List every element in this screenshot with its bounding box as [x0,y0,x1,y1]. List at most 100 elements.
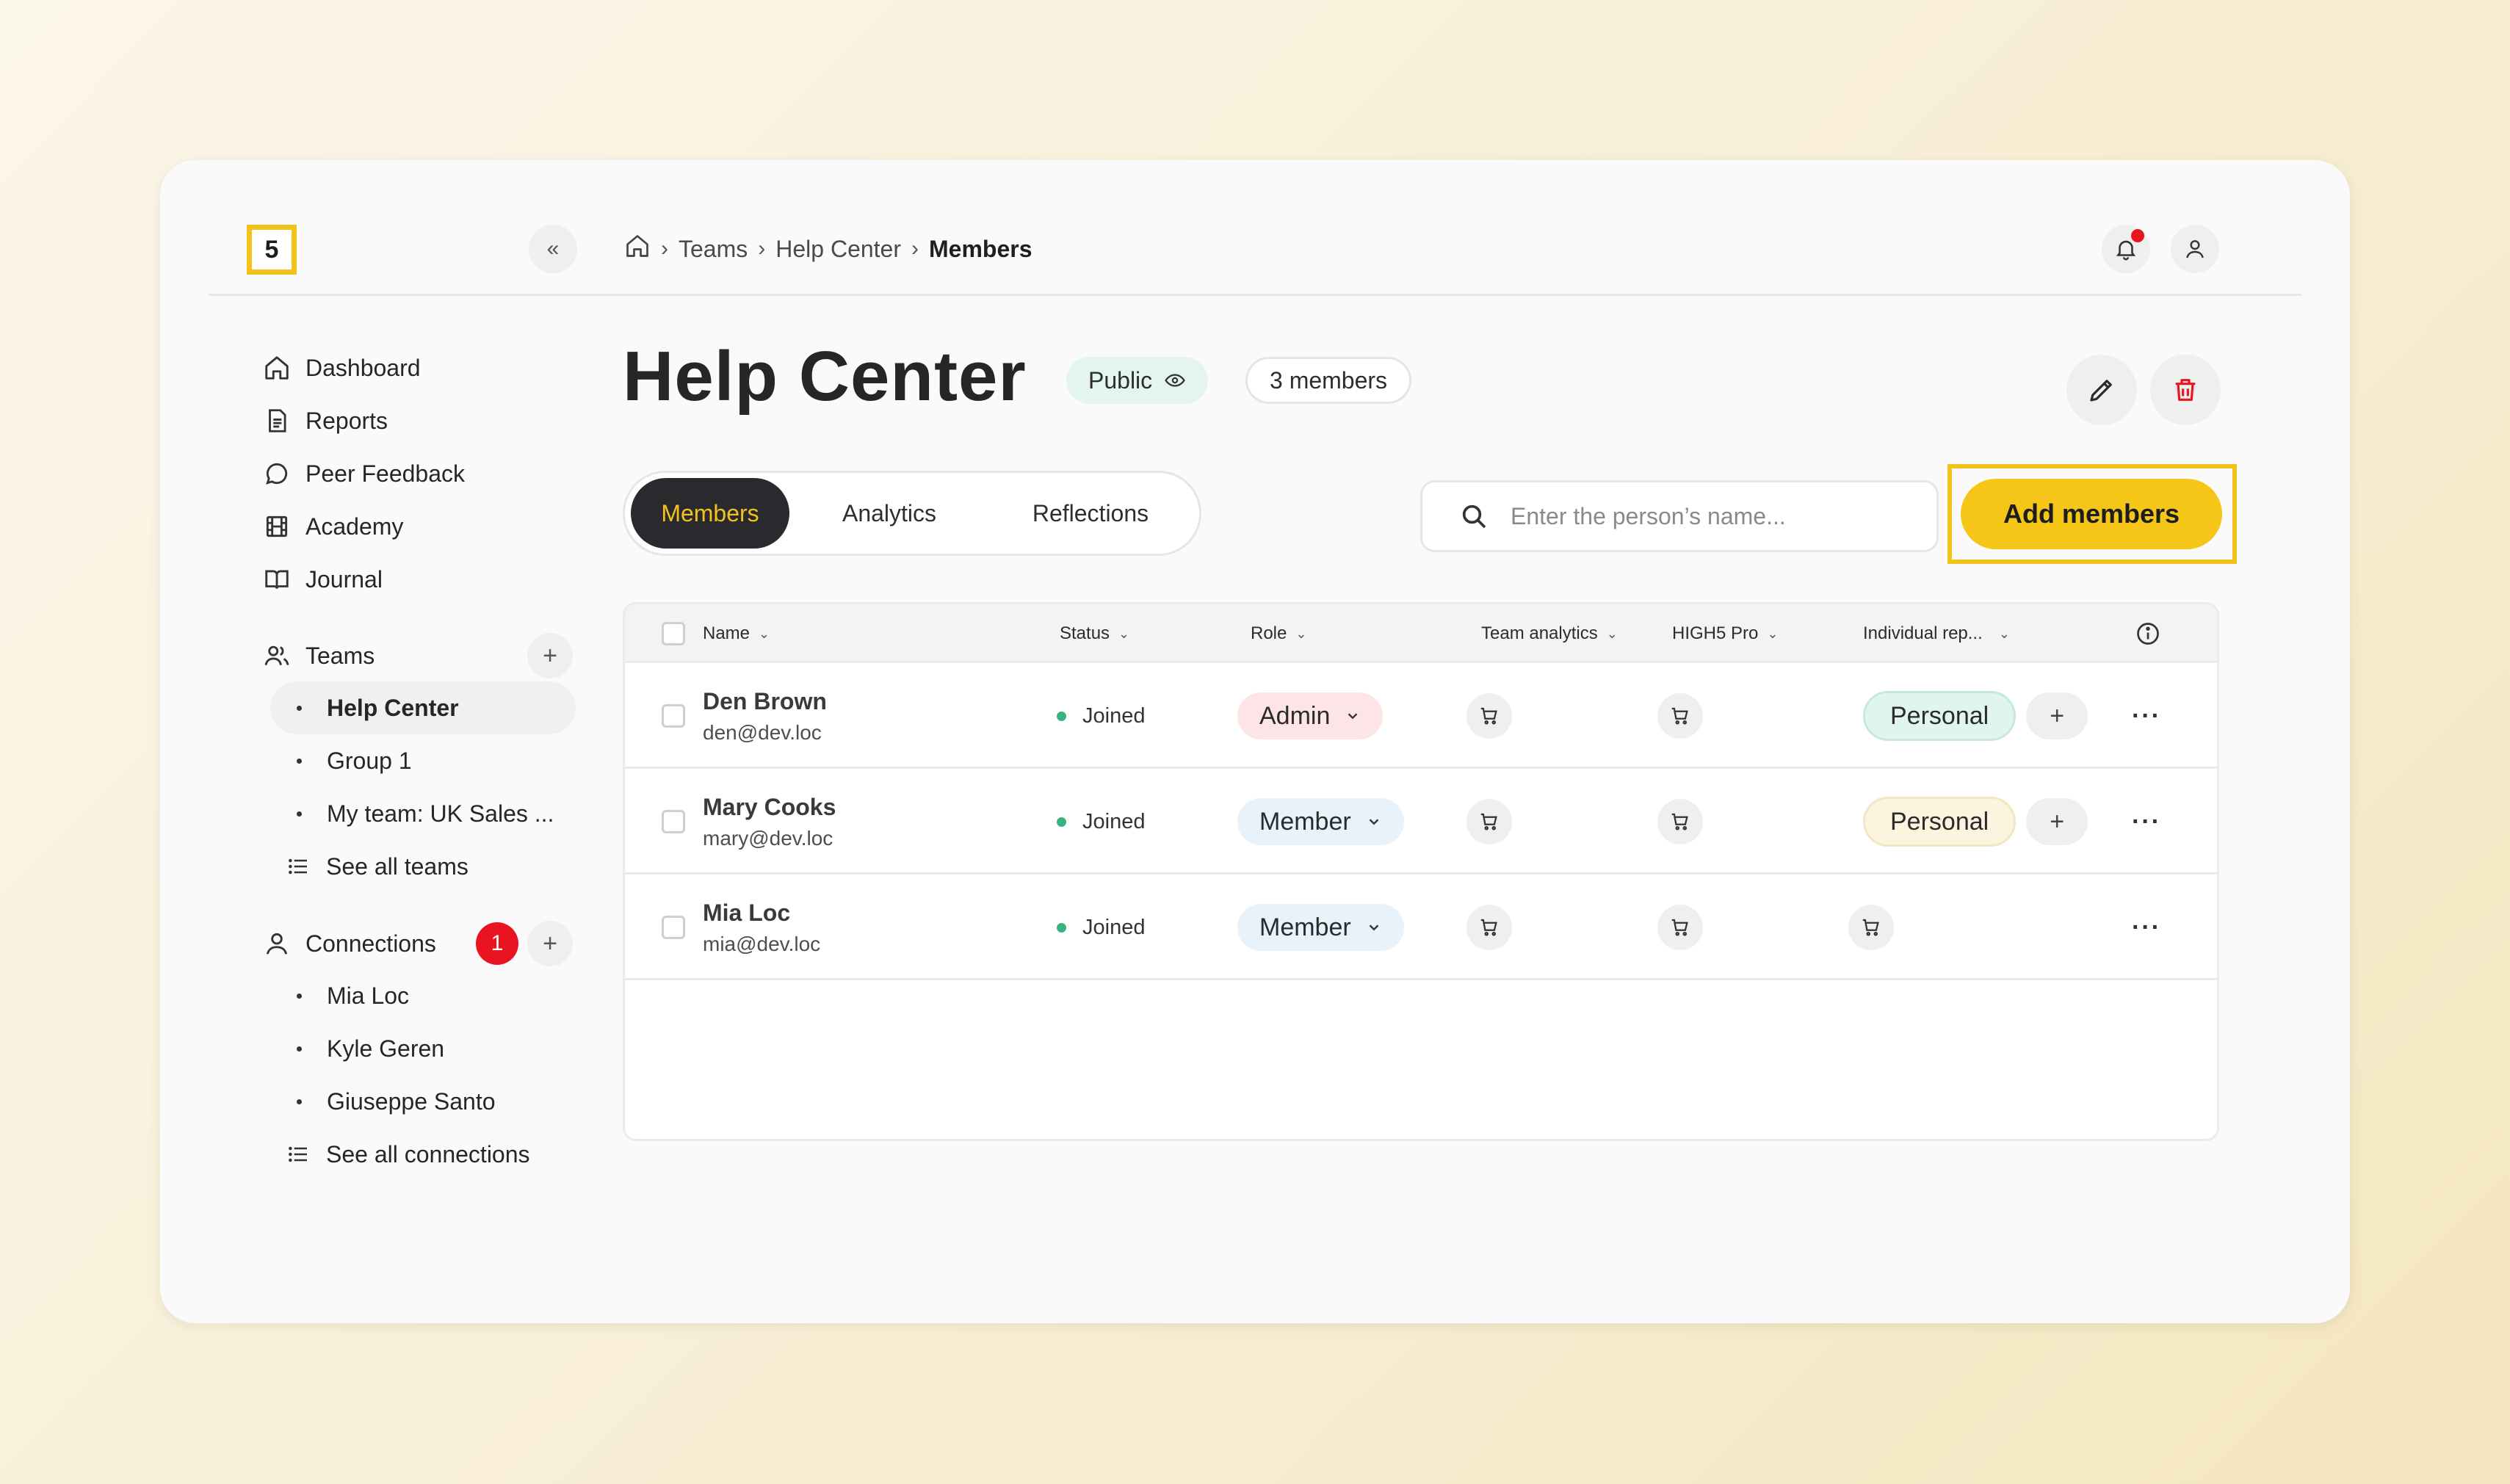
select-all-checkbox[interactable] [662,604,685,663]
add-team-button[interactable]: + [527,633,573,678]
status-cell: Joined [1057,663,1145,769]
status-dot [1057,711,1066,721]
sidebar-section-teams[interactable]: Teams [263,637,375,674]
role-dropdown[interactable]: Admin [1237,692,1384,739]
add-report-button[interactable]: + [2026,692,2088,739]
report-tag[interactable]: Personal [1863,691,2017,741]
team-analytics-cell [1466,769,1512,875]
visibility-badge[interactable]: Public [1066,357,1209,404]
member-name: Mia Loc [703,899,791,926]
more-icon: ··· [2132,701,2161,730]
sidebar-item-label: Peer Feedback [305,460,466,487]
users-icon [264,645,289,666]
row-checkbox[interactable] [662,769,685,875]
breadcrumb-help-center[interactable]: Help Center [775,236,901,263]
top-bar [209,160,2301,296]
chevron-right-icon: › [758,236,766,261]
sidebar-section-connections[interactable]: Connections [263,925,436,962]
sidebar-item-label: Academy [305,513,404,540]
member-name-cell: Mia Loc mia@dev.loc [703,875,820,980]
members-table: Name ⌄ Status ⌄ Role ⌄ Team analytics ⌄ HIGH… [623,602,2219,1141]
more-icon: ··· [2132,913,2161,941]
notifications-button[interactable] [2102,225,2150,273]
column-header-status[interactable]: Status ⌄ [1060,604,1129,663]
row-more-button[interactable]: ··· [2132,875,2161,980]
add-members-button[interactable]: Add members [1961,479,2222,549]
sidebar-section-label: Teams [305,642,375,669]
role-dropdown[interactable]: Member [1237,798,1404,845]
report-tag[interactable]: Personal [1863,797,2017,847]
member-email: mia@dev.loc [703,932,821,955]
column-header-high5-pro[interactable]: HIGH5 Pro ⌄ [1672,604,1778,663]
column-header-individual-report[interactable]: Individual rep... ⌄ [1863,604,2010,663]
sidebar-connection-mia-loc[interactable]: Mia Loc [270,969,576,1022]
list-icon [289,1146,307,1162]
column-header-team-analytics[interactable]: Team analytics ⌄ [1481,604,1618,663]
chevron-down-icon: ⌄ [1606,626,1618,641]
chevron-down-icon: ⌄ [1295,626,1307,641]
sidebar-item-journal[interactable]: Journal [263,561,383,598]
add-connection-button[interactable]: + [527,921,573,966]
status-cell: Joined [1057,875,1145,980]
row-checkbox[interactable] [662,663,685,769]
status-dot [1057,922,1066,933]
cart-icon[interactable] [1848,905,1894,950]
status-text: Joined [1082,703,1146,728]
profile-button[interactable] [2171,225,2219,273]
sidebar-item-peer-feedback[interactable]: Peer Feedback [263,455,465,492]
breadcrumb: › Teams › Help Center › Members [624,231,1032,267]
status-text: Joined [1082,915,1146,939]
tab-reflections[interactable]: Reflections [989,478,1192,549]
user-icon [2186,240,2204,258]
row-checkbox[interactable] [662,875,685,980]
notification-dot [2131,229,2144,242]
search-input[interactable] [1511,502,1922,530]
breadcrumb-members: Members [929,235,1032,262]
home-icon[interactable] [624,233,651,265]
cart-icon[interactable] [1657,693,1703,739]
cart-icon[interactable] [1466,905,1512,950]
sidebar-team-group-1[interactable]: Group 1 [270,734,576,787]
see-all-connections-link[interactable]: See all connections [270,1128,576,1181]
edit-team-button[interactable] [2066,355,2137,425]
chevron-down-icon [1369,819,1379,825]
collapse-sidebar-button[interactable]: « [529,225,577,273]
sidebar-item-academy[interactable]: Academy [263,508,403,545]
sidebar-connection-kyle-geren[interactable]: Kyle Geren [270,1022,576,1075]
member-name-cell: Mary Cooks mary@dev.loc [703,769,836,875]
add-report-button[interactable]: + [2026,798,2088,845]
row-more-button[interactable]: ··· [2132,663,2161,769]
table-row[interactable]: Mia Loc mia@dev.loc Joined Member ··· [625,875,2217,980]
info-icon[interactable] [2135,604,2161,663]
delete-team-button[interactable] [2150,355,2221,425]
role-dropdown[interactable]: Member [1237,904,1404,951]
tab-members[interactable]: Members [631,478,789,549]
row-more-button[interactable]: ··· [2132,769,2161,875]
table-row[interactable]: Den Brown den@dev.loc Joined Admin Perso [625,663,2217,769]
breadcrumb-teams[interactable]: Teams [679,236,748,263]
chevron-down-icon: ⌄ [1998,626,2010,641]
cart-icon[interactable] [1466,693,1512,739]
sidebar-team-help-center[interactable]: Help Center [270,681,576,734]
sidebar-connection-giuseppe-santo[interactable]: Giuseppe Santo [270,1075,576,1128]
cart-icon[interactable] [1466,799,1512,844]
cart-icon[interactable] [1657,905,1703,950]
member-name: Den Brown [703,687,827,714]
logo[interactable]: 5 [247,225,297,275]
column-header-name[interactable]: Name ⌄ [703,604,770,663]
tab-analytics[interactable]: Analytics [789,478,989,549]
column-header-role[interactable]: Role ⌄ [1251,604,1306,663]
sidebar-team-uk-sales[interactable]: My team: UK Sales ... [270,787,576,840]
table-row[interactable]: Mary Cooks mary@dev.loc Joined Member Pe [625,769,2217,875]
tab-bar: Members Analytics Reflections [623,471,1201,556]
book-icon [265,570,289,589]
member-email: mary@dev.loc [703,826,833,850]
chevron-right-icon: › [661,236,668,261]
sidebar-item-dashboard[interactable]: Dashboard [263,350,421,386]
chevron-down-icon: ⌄ [759,626,770,641]
see-all-teams-link[interactable]: See all teams [270,840,576,893]
cart-icon[interactable] [1657,799,1703,844]
eye-icon [1165,374,1185,387]
member-email: den@dev.loc [703,720,822,744]
sidebar-item-reports[interactable]: Reports [263,402,388,439]
